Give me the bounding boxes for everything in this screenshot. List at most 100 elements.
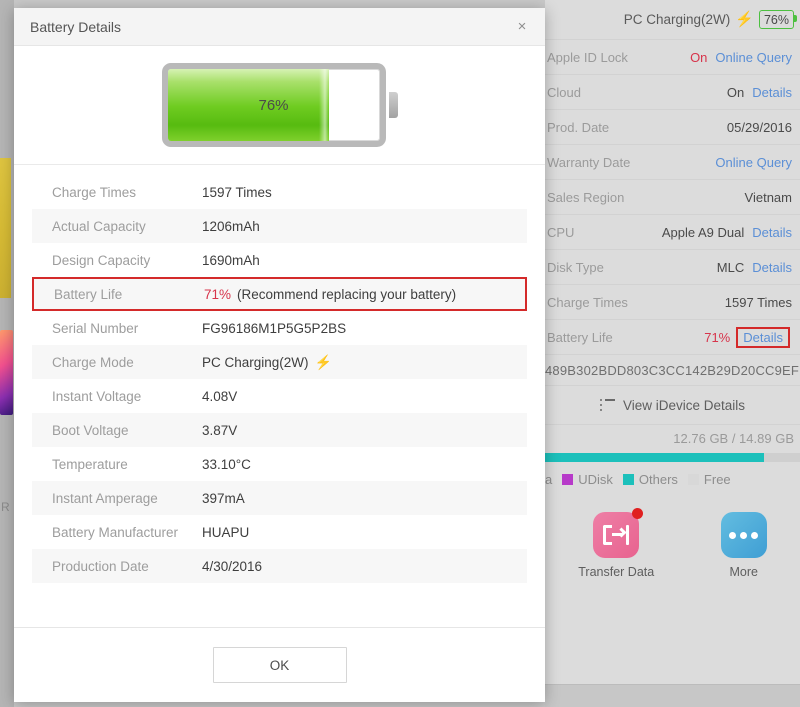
device-info-row: Battery Life 71% Details	[545, 320, 800, 355]
storage-legend-label: UDisk	[578, 472, 613, 487]
detail-row: Charge Times1597 Times	[32, 175, 527, 209]
storage-legend: a UDisk Others Free	[545, 462, 800, 496]
device-info-row: CloudOnDetails	[545, 75, 800, 110]
detail-row: Battery Life71%(Recommend replacing your…	[32, 277, 527, 311]
device-info-row-value: 05/29/2016	[727, 120, 792, 135]
dialog-footer: OK	[14, 627, 545, 702]
storage-segment	[764, 453, 800, 462]
detail-row-value-main: 1206mAh	[202, 219, 260, 234]
device-info-row-label: Warranty Date	[545, 155, 630, 170]
device-info-row-link[interactable]: Details	[752, 225, 792, 240]
detail-row: Charge ModePC Charging(2W)⚡	[32, 345, 527, 379]
detail-row-value: 4/30/2016	[202, 559, 262, 574]
device-info-row-value: On	[690, 50, 707, 65]
bottom-status-bar	[545, 684, 800, 707]
detail-row-value-main: 3.87V	[202, 423, 237, 438]
ok-button[interactable]: OK	[213, 647, 347, 683]
device-info-row-link[interactable]: Details	[752, 260, 792, 275]
detail-row-key: Charge Times	[52, 185, 202, 200]
detail-row-key: Instant Amperage	[52, 491, 202, 506]
detail-row-value: 397mA	[202, 491, 245, 506]
detail-row-value-main: HUAPU	[202, 525, 249, 540]
device-info-row: Sales RegionVietnam	[545, 180, 800, 215]
app-shortcut[interactable]: Transfer Data	[578, 512, 654, 579]
detail-row-value: 33.10°C	[202, 457, 251, 472]
left-edge-app-icon-artifact	[0, 330, 13, 415]
device-info-rows: Apple ID Lock On Online Query CloudOnDetail…	[545, 40, 800, 355]
device-udid: 489B302BDD803C3CC142B29D20CC9EF	[545, 355, 800, 386]
battery-percent-label: 76%	[168, 69, 380, 141]
detail-row-key: Production Date	[52, 559, 202, 574]
detail-row: Battery ManufacturerHUAPU	[32, 515, 527, 549]
device-info-row-link[interactable]: Details	[736, 327, 790, 348]
view-idevice-details-button[interactable]: View iDevice Details	[545, 386, 800, 425]
lightning-bolt-icon: ⚡	[735, 12, 754, 27]
device-info-row: Prod. Date 05/29/2016	[545, 110, 800, 145]
detail-row-value: 1690mAh	[202, 253, 260, 268]
storage-legend-item: Others	[623, 472, 678, 487]
detail-row: Production Date4/30/2016	[32, 549, 527, 583]
detail-row: Actual Capacity1206mAh	[32, 209, 527, 243]
battery-badge: 76%	[759, 10, 794, 29]
storage-legend-item: Free	[688, 472, 731, 487]
detail-row-value-main: 33.10°C	[202, 457, 251, 472]
device-info-row: Warranty Date Online Query	[545, 145, 800, 180]
detail-row-key: Serial Number	[52, 321, 202, 336]
storage-legend-swatch	[623, 474, 634, 485]
detail-row-value-main: 397mA	[202, 491, 245, 506]
device-info-panel: PC Charging(2W) ⚡ 76% Apple ID Lock On Onl…	[545, 0, 800, 707]
app-shortcut-label: Transfer Data	[578, 565, 654, 579]
device-info-row-label: Apple ID Lock	[545, 50, 628, 65]
detail-row-value-main: 1597 Times	[202, 185, 272, 200]
device-info-row: Charge Times1597 Times	[545, 285, 800, 320]
storage-legend-label: Free	[704, 472, 731, 487]
view-idevice-details-label: View iDevice Details	[623, 398, 745, 413]
detail-row-value-main: FG96186M1P5G5P2BS	[202, 321, 346, 336]
detail-row-value-main: 4.08V	[202, 389, 237, 404]
storage-legend-swatch	[688, 474, 699, 485]
device-info-row-label: Battery Life	[545, 330, 613, 345]
detail-row-value: HUAPU	[202, 525, 249, 540]
device-info-row-label: Cloud	[545, 85, 581, 100]
device-info-row-label: CPU	[545, 225, 574, 240]
app-shortcuts: Transfer Data More	[545, 496, 800, 612]
device-info-row-label: Prod. Date	[545, 120, 609, 135]
device-info-row-link[interactable]: Online Query	[715, 50, 792, 65]
storage-legend-swatch	[562, 474, 573, 485]
detail-row-key: Temperature	[52, 457, 202, 472]
storage-legend-label: Others	[639, 472, 678, 487]
device-info-row-label: Charge Times	[545, 295, 628, 310]
detail-row-key: Battery Life	[54, 287, 204, 302]
device-info-row-label: Sales Region	[545, 190, 624, 205]
storage-legend-item: a	[545, 472, 552, 487]
detail-row-value: 3.87V	[202, 423, 237, 438]
detail-row-value: 4.08V	[202, 389, 237, 404]
detail-row-key: Actual Capacity	[52, 219, 202, 234]
close-icon[interactable]: ×	[511, 16, 533, 38]
left-edge-letter: R	[1, 500, 10, 514]
detail-row-key: Boot Voltage	[52, 423, 202, 438]
detail-row-key: Battery Manufacturer	[52, 525, 202, 540]
storage-legend-label: a	[545, 472, 552, 487]
notification-badge-icon	[632, 508, 643, 519]
device-info-row-link[interactable]: Details	[752, 85, 792, 100]
detail-row-value-main: 1690mAh	[202, 253, 260, 268]
storage-size-label: 12.76 GB / 14.89 GB	[545, 425, 800, 451]
device-info-row-value: Apple A9 Dual	[662, 225, 744, 240]
dialog-title: Battery Details	[30, 19, 511, 35]
detail-row-value: 1206mAh	[202, 219, 260, 234]
battery-terminal-cap	[389, 92, 398, 118]
app-shortcut[interactable]: More	[721, 512, 767, 579]
charge-status-text: PC Charging(2W)	[624, 12, 731, 27]
dialog-titlebar: Battery Details ×	[14, 8, 545, 46]
detail-row-value-main: PC Charging(2W)	[202, 355, 309, 370]
screen-root: R PC Charging(2W) ⚡ 76% Apple ID Lock On O…	[0, 0, 800, 707]
device-info-row-value: 71%	[704, 330, 730, 345]
device-info-row-link[interactable]: Online Query	[715, 155, 792, 170]
detail-row: Temperature33.10°C	[32, 447, 527, 481]
detail-row-value-main: 71%	[204, 287, 231, 302]
detail-row: Design Capacity1690mAh	[32, 243, 527, 277]
detail-row: Instant Amperage397mA	[32, 481, 527, 515]
transfer-data-icon	[593, 512, 639, 558]
storage-segment	[545, 453, 764, 462]
